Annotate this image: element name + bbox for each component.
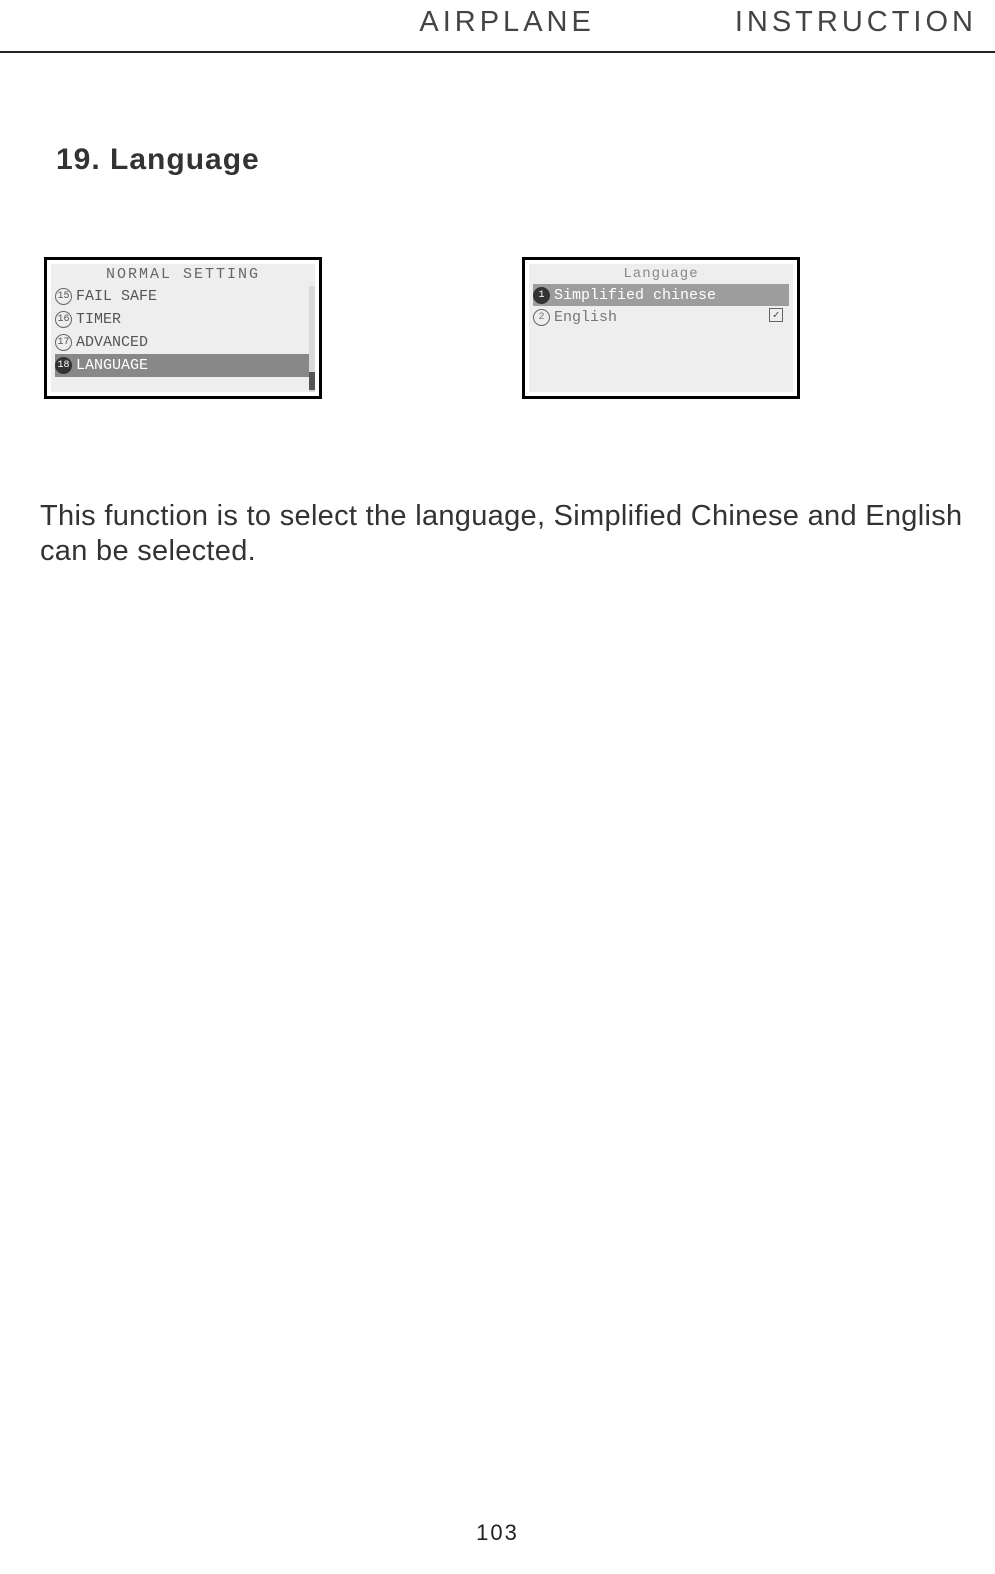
right-screen: Language 1 Simplified chinese 2 English …: [522, 257, 800, 399]
lang-item-simplified-chinese: 1 Simplified chinese: [533, 284, 789, 306]
menu-num-icon: 18: [55, 357, 72, 374]
right-screen-title: Language: [529, 264, 793, 284]
menu-label: ADVANCED: [76, 334, 148, 351]
body-text: This function is to select the language,…: [0, 399, 995, 570]
header-left: AIRPLANE: [419, 6, 594, 39]
menu-item-advanced: 17 ADVANCED: [55, 331, 311, 354]
menu-item-fail-safe: 15 FAIL SAFE: [55, 285, 311, 308]
menu-label: LANGUAGE: [76, 357, 148, 374]
menu-num-icon: 15: [55, 288, 72, 305]
section-title: 19. Language: [0, 53, 995, 177]
check-icon: ✓: [769, 308, 783, 322]
page-header: AIRPLANE INSTRUCTION: [0, 0, 995, 53]
menu-label: FAIL SAFE: [76, 288, 157, 305]
lang-label: English: [554, 309, 617, 326]
screenshots-row: NORMAL SETTING 15 FAIL SAFE 16 TIMER 17 …: [0, 177, 995, 399]
scrollbar-thumb: [309, 372, 315, 390]
page-number: 103: [0, 1520, 995, 1546]
menu-label: TIMER: [76, 311, 121, 328]
header-right: INSTRUCTION: [735, 6, 977, 39]
lang-num-icon: 1: [533, 287, 550, 304]
settings-menu: 15 FAIL SAFE 16 TIMER 17 ADVANCED 18 LAN…: [51, 285, 315, 377]
left-screen: NORMAL SETTING 15 FAIL SAFE 16 TIMER 17 …: [44, 257, 322, 399]
left-screen-title: NORMAL SETTING: [51, 264, 315, 285]
language-list: 1 Simplified chinese 2 English ✓: [529, 284, 793, 328]
lang-num-icon: 2: [533, 309, 550, 326]
lang-item-english: 2 English ✓: [533, 306, 789, 328]
scrollbar: [309, 286, 315, 392]
lang-label: Simplified chinese: [554, 287, 716, 304]
menu-num-icon: 17: [55, 334, 72, 351]
menu-item-language: 18 LANGUAGE: [55, 354, 311, 377]
menu-num-icon: 16: [55, 311, 72, 328]
menu-item-timer: 16 TIMER: [55, 308, 311, 331]
